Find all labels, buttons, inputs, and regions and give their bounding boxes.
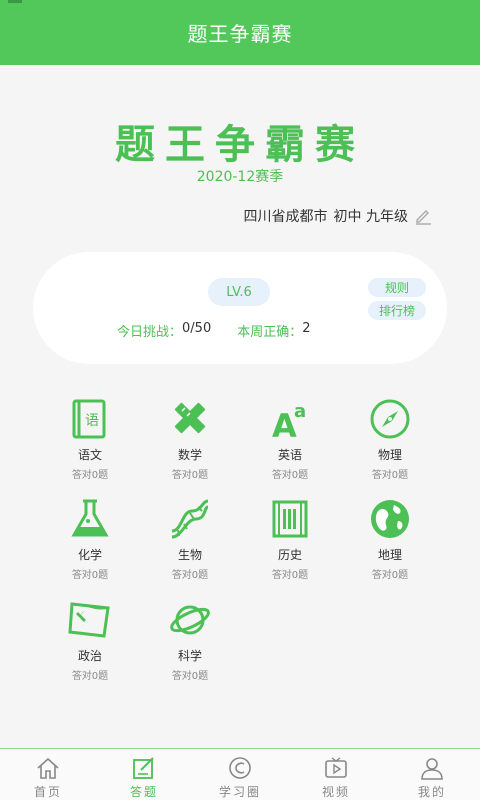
compass-icon [370,399,410,439]
subject-name: 英语 [277,448,302,462]
user-info: 四川省成都市 初中 九年级 [244,206,432,226]
subject-biology[interactable]: 生物 答对0题 [140,497,240,581]
edit-icon[interactable] [414,207,432,225]
header-title: 题王争霸赛 [187,22,293,46]
subject-score: 答对0题 [271,570,309,581]
subject-name: 化学 [77,548,102,562]
subject-math[interactable]: 数学 答对0题 [140,397,240,481]
tab-study-circle[interactable]: 学习圈 [192,749,288,800]
challenge-stats: 今日挑战： 0/50 本周正确： 2 [117,321,311,340]
tab-label: 学习圈 [218,785,261,799]
planet-icon [170,605,210,635]
subject-score: 答对0题 [171,570,209,581]
tab-mine[interactable]: 我的 [384,749,480,800]
tab-video[interactable]: 视频 [288,749,384,800]
home-icon [37,757,59,779]
letters-icon: Aa [272,401,306,441]
user-icon [421,758,443,780]
subject-score: 答对0题 [171,671,209,682]
subject-name: 语文 [77,448,102,462]
subject-score: 答对0题 [271,470,309,481]
subject-name: 科学 [177,649,202,663]
subject-history[interactable]: 历史 答对0题 [240,497,340,581]
svg-text:语: 语 [85,413,99,429]
subject-name: 生物 [177,548,202,562]
subject-name: 物理 [377,448,402,462]
subject-score: 答对0题 [371,570,409,581]
subject-score: 答对0题 [71,671,109,682]
answer-icon [133,757,154,779]
level-badge: LV.6 [208,278,270,306]
today-label: 今日挑战： [117,325,183,340]
subject-chemistry[interactable]: 化学 答对0题 [40,497,140,581]
tv-icon [325,757,347,778]
svg-text:a: a [294,401,306,422]
tab-home[interactable]: 首页 [0,749,96,800]
subject-name: 数学 [177,448,202,462]
tab-answer[interactable]: 答题 [96,749,192,800]
tab-label: 视频 [321,785,350,799]
subject-name: 历史 [277,548,302,562]
week-value: 2 [302,321,311,336]
subject-chinese[interactable]: 语 语文 答对0题 [40,397,140,481]
tab-label: 我的 [417,785,446,799]
flag-icon [68,602,110,638]
today-value: 0/50 [182,321,212,336]
rules-button[interactable]: 规则 [368,278,426,297]
scroll-icon [272,500,308,538]
subject-politics[interactable]: 政治 答对0题 [40,598,140,682]
tab-label: 答题 [129,785,158,799]
hero-title: 题王争霸赛 [115,122,365,168]
subject-physics[interactable]: 物理 答对0题 [340,397,440,481]
ranking-button[interactable]: 排行榜 [368,301,426,320]
flask-icon [71,499,109,537]
subject-score: 答对0题 [371,470,409,481]
status-indicator [8,0,22,3]
book-icon: 语 [72,399,106,439]
subject-english[interactable]: Aa 英语 答对0题 [240,397,340,481]
globe-icon [371,500,409,538]
season-label: 2020-12赛季 [196,169,284,185]
user-location: 四川省成都市 [243,209,328,225]
subject-name: 地理 [377,548,402,562]
subject-geography[interactable]: 地理 答对0题 [340,497,440,581]
subject-score: 答对0题 [71,470,109,481]
tab-label: 首页 [33,785,62,799]
ruler-pencil-icon [174,402,206,434]
subject-score: 答对0题 [171,470,209,481]
subject-science[interactable]: 科学 答对0题 [140,598,240,682]
bottom-tab-bar: 首页 答题 学习圈 视频 我的 [0,748,480,800]
app-header: 题王争霸赛 [0,0,480,65]
circle-icon [229,757,251,779]
week-label: 本周正确： [237,325,303,340]
subject-name: 政治 [77,649,102,663]
subject-score: 答对0题 [71,570,109,581]
dna-icon [171,499,209,539]
user-grade: 初中 九年级 [333,209,408,225]
